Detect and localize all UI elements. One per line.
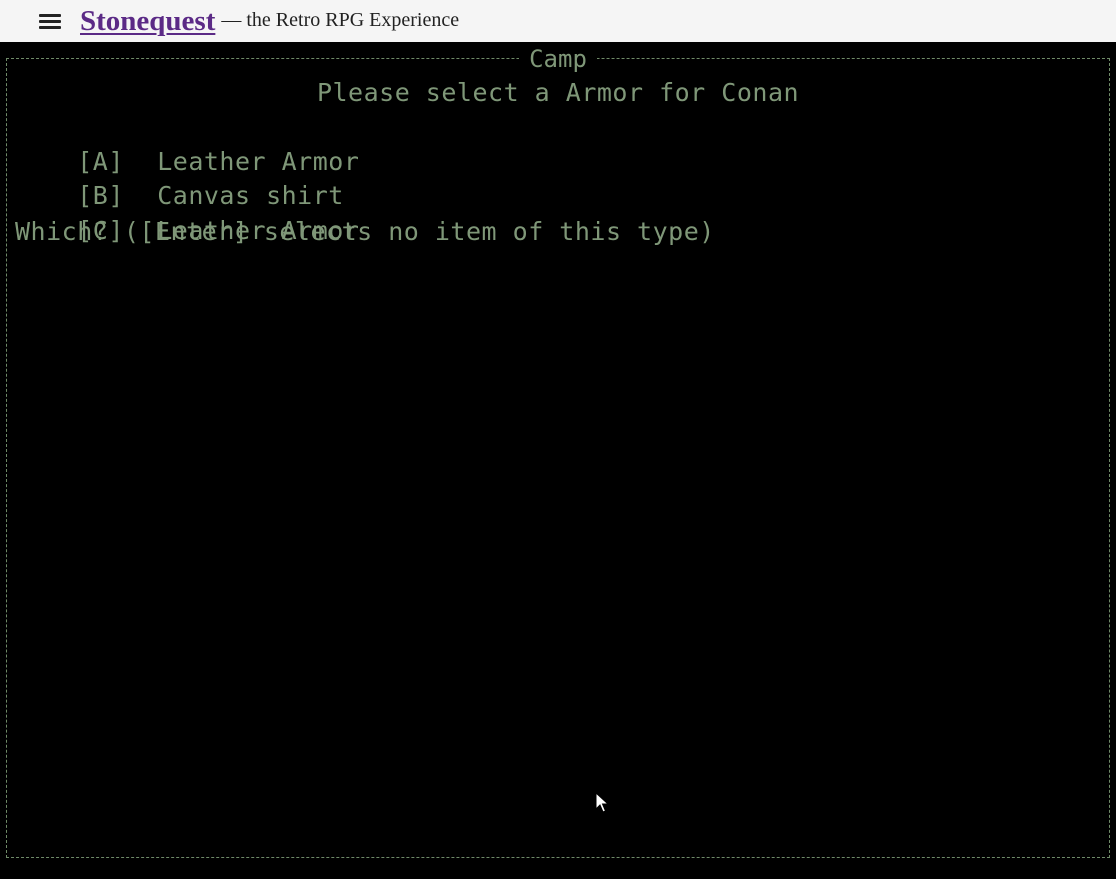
site-header: Stonequest — the Retro RPG Experience xyxy=(0,0,1116,42)
armor-select-prompt: Please select a Armor for Conan xyxy=(316,78,800,107)
site-title-group: Stonequest — the Retro RPG Experience xyxy=(80,0,459,42)
hamburger-menu-icon[interactable] xyxy=(37,12,63,30)
site-title-link[interactable]: Stonequest xyxy=(80,5,215,38)
mouse-cursor-icon xyxy=(595,792,609,813)
selection-question: Which? ([Enter] selects no item of this … xyxy=(15,217,715,246)
site-tagline: — the Retro RPG Experience xyxy=(221,8,460,31)
game-terminal[interactable]: Camp Please select a Armor for Conan [A]… xyxy=(0,42,1116,879)
terminal-window-title: Camp xyxy=(7,45,1109,73)
